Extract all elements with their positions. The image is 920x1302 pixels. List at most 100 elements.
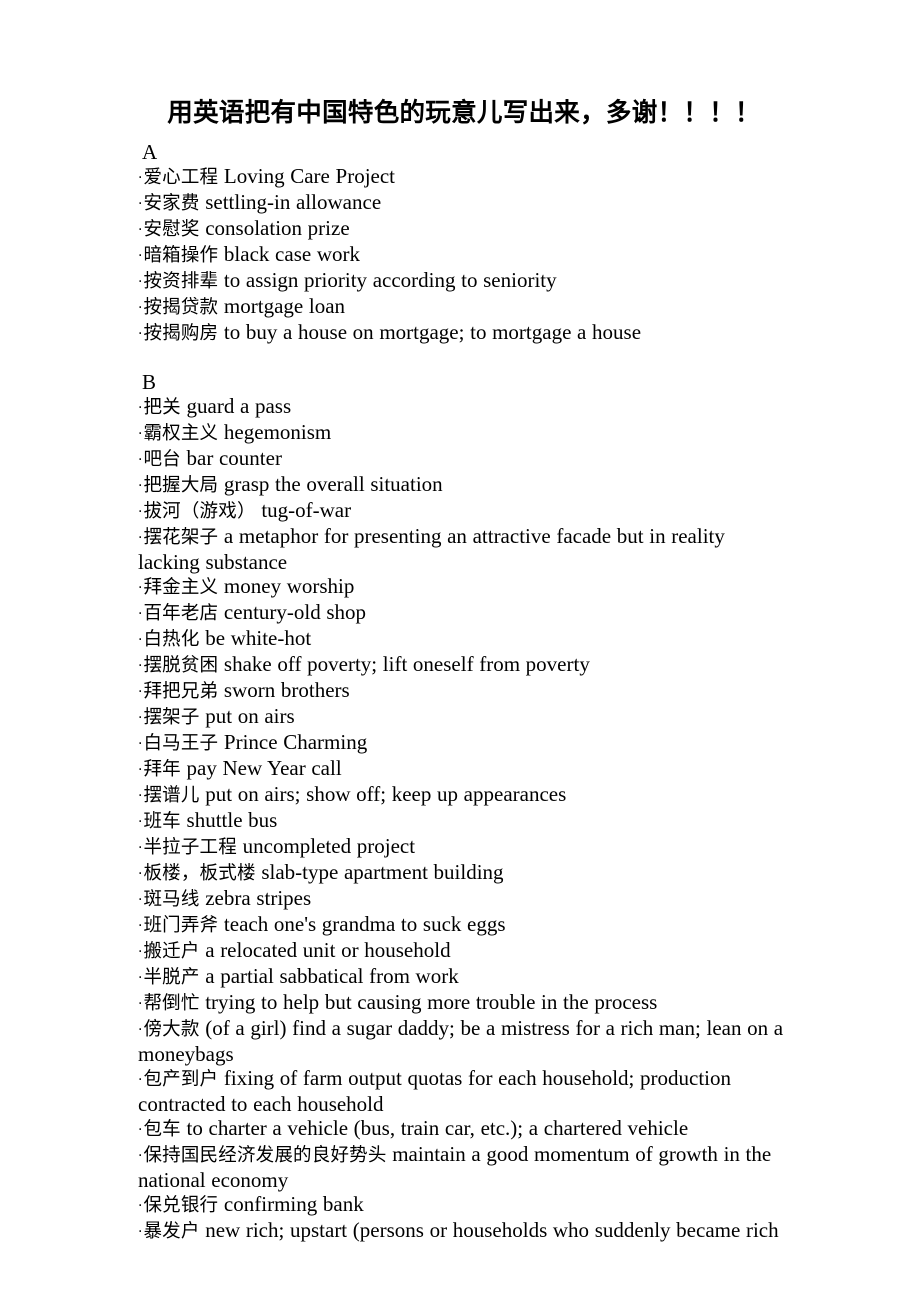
- glossary-entry: ·按揭购房 to buy a house on mortgage; to mor…: [138, 320, 790, 346]
- entry-gloss-english: grasp the overall situation: [223, 472, 443, 496]
- document-page: 用英语把有中国特色的玩意儿写出来，多谢！！！！ A ·爱心工程 Loving Ca…: [0, 0, 920, 1302]
- entry-gloss-english: hegemonism: [223, 420, 332, 444]
- entry-term-chinese: 摆谱儿: [143, 785, 200, 806]
- glossary-entry: ·按揭贷款 mortgage loan: [138, 294, 790, 320]
- entry-term-chinese: 把关: [143, 397, 181, 418]
- entry-term-chinese: 斑马线: [143, 889, 200, 910]
- page-title: 用英语把有中国特色的玩意儿写出来，多谢！！！！: [167, 98, 761, 128]
- entry-gloss-english: to charter a vehicle (bus, train car, et…: [186, 1116, 689, 1140]
- glossary-entry: ·斑马线 zebra stripes: [138, 886, 790, 912]
- glossary-entry: ·拜年 pay New Year call: [138, 756, 790, 782]
- entry-term-chinese: 傍大款: [143, 1019, 200, 1040]
- entry-gloss-english: trying to help but causing more trouble …: [205, 990, 658, 1014]
- entry-term-chinese: 摆架子: [143, 707, 200, 728]
- entry-gloss-english: new rich; upstart (persons or households…: [205, 1218, 779, 1242]
- glossary-entry: ·保持国民经济发展的良好势头 maintain a good momentum …: [138, 1142, 790, 1192]
- entry-gloss-english: to assign priority according to seniorit…: [223, 268, 557, 292]
- entry-term-chinese: 吧台: [143, 449, 181, 470]
- entry-gloss-english: century-old shop: [223, 600, 367, 624]
- entry-gloss-english: a relocated unit or household: [205, 938, 451, 962]
- glossary-entry: ·霸权主义 hegemonism: [138, 420, 790, 446]
- entry-gloss-english: shuttle bus: [186, 808, 278, 832]
- glossary-entry: ·帮倒忙 trying to help but causing more tro…: [138, 990, 790, 1016]
- entry-term-chinese: 百年老店: [143, 603, 219, 624]
- glossary-entry: ·暴发户 new rich; upstart (persons or house…: [138, 1218, 790, 1244]
- glossary-entry: ·按资排辈 to assign priority according to se…: [138, 268, 790, 294]
- entry-term-chinese: 霸权主义: [143, 423, 219, 444]
- glossary-entry: ·爱心工程 Loving Care Project: [138, 164, 790, 190]
- entry-gloss-english: Prince Charming: [223, 730, 368, 754]
- entry-term-chinese: 半脱产: [143, 967, 200, 988]
- glossary-entry: ·板楼，板式楼 slab-type apartment building: [138, 860, 790, 886]
- glossary-entry: ·摆脱贫困 shake off poverty; lift oneself fr…: [138, 652, 790, 678]
- entry-term-chinese: 半拉子工程: [143, 837, 237, 858]
- entry-term-chinese: 暴发户: [143, 1221, 200, 1242]
- entry-gloss-english: guard a pass: [186, 394, 292, 418]
- entry-gloss-english: a partial sabbatical from work: [205, 964, 459, 988]
- entry-gloss-english: fixing of farm output quotas for each ho…: [138, 1066, 732, 1116]
- entry-term-chinese: 包产到户: [143, 1069, 219, 1090]
- entry-term-chinese: 安家费: [143, 193, 200, 214]
- glossary-entry: ·百年老店 century-old shop: [138, 600, 790, 626]
- glossary-entry: ·傍大款 (of a girl) find a sugar daddy; be …: [138, 1016, 790, 1066]
- entry-term-chinese: 拜年: [143, 759, 181, 780]
- entry-gloss-english: black case work: [223, 242, 360, 266]
- glossary-entry: ·包车 to charter a vehicle (bus, train car…: [138, 1116, 790, 1142]
- entry-term-chinese: 白马王子: [143, 733, 219, 754]
- entry-term-chinese: 保持国民经济发展的良好势头: [143, 1145, 387, 1166]
- glossary-entry: ·摆花架子 a metaphor for presenting an attra…: [138, 524, 790, 574]
- entry-term-chinese: 拔河（游戏）: [143, 501, 256, 522]
- glossary-entry: ·班车 shuttle bus: [138, 808, 790, 834]
- glossary-entry: ·半拉子工程 uncompleted project: [138, 834, 790, 860]
- glossary-entry: ·安慰奖 consolation prize: [138, 216, 790, 242]
- entry-gloss-english: teach one's grandma to suck eggs: [223, 912, 506, 936]
- entry-gloss-english: settling-in allowance: [205, 190, 382, 214]
- entry-gloss-english: uncompleted project: [242, 834, 416, 858]
- glossary-entry-list: ·爱心工程 Loving Care Project ·安家费 settling-i…: [138, 164, 790, 346]
- entry-term-chinese: 爱心工程: [143, 167, 219, 188]
- entry-gloss-english: zebra stripes: [205, 886, 312, 910]
- glossary-section-b: B ·把关 guard a pass ·霸权主义 hegemonism ·吧台 bar…: [138, 370, 790, 1244]
- entry-term-chinese: 把握大局: [143, 475, 219, 496]
- entry-term-chinese: 摆花架子: [143, 527, 219, 548]
- glossary-entry: ·把关 guard a pass: [138, 394, 790, 420]
- entry-gloss-english: (of a girl) find a sugar daddy; be a mis…: [138, 1016, 784, 1066]
- glossary-entry: ·拜金主义 money worship: [138, 574, 790, 600]
- entry-term-chinese: 保兑银行: [143, 1195, 219, 1216]
- glossary-entry: ·拔河（游戏） tug-of-war: [138, 498, 790, 524]
- glossary-entry: ·拜把兄弟 sworn brothers: [138, 678, 790, 704]
- entry-gloss-english: mortgage loan: [223, 294, 346, 318]
- entry-term-chinese: 班门弄斧: [143, 915, 219, 936]
- entry-gloss-english: put on airs; show off; keep up appearanc…: [205, 782, 567, 806]
- glossary-entry: ·安家费 settling-in allowance: [138, 190, 790, 216]
- entry-gloss-english: slab-type apartment building: [261, 860, 504, 884]
- entry-gloss-english: a metaphor for presenting an attractive …: [138, 524, 725, 574]
- entry-term-chinese: 板楼，板式楼: [143, 863, 256, 884]
- entry-term-chinese: 摆脱贫困: [143, 655, 219, 676]
- entry-term-chinese: 帮倒忙: [143, 993, 200, 1014]
- glossary-entry: ·摆谱儿 put on airs; show off; keep up appe…: [138, 782, 790, 808]
- entry-gloss-english: put on airs: [205, 704, 295, 728]
- glossary-sections: A ·爱心工程 Loving Care Project ·安家费 settling-…: [138, 140, 790, 1244]
- glossary-entry: ·摆架子 put on airs: [138, 704, 790, 730]
- entry-term-chinese: 安慰奖: [143, 219, 200, 240]
- entry-gloss-english: confirming bank: [223, 1192, 364, 1216]
- entry-gloss-english: bar counter: [186, 446, 282, 470]
- glossary-entry: ·搬迁户 a relocated unit or household: [138, 938, 790, 964]
- entry-term-chinese: 班车: [143, 811, 181, 832]
- entry-term-chinese: 按资排辈: [143, 271, 219, 292]
- section-letter-heading: B: [142, 370, 157, 394]
- entry-gloss-english: Loving Care Project: [223, 164, 396, 188]
- entry-term-chinese: 拜把兄弟: [143, 681, 219, 702]
- entry-term-chinese: 按揭贷款: [143, 297, 219, 318]
- glossary-section-a: A ·爱心工程 Loving Care Project ·安家费 settling-…: [138, 140, 790, 346]
- entry-term-chinese: 白热化: [143, 629, 200, 650]
- entry-gloss-english: pay New Year call: [186, 756, 342, 780]
- entry-gloss-english: money worship: [223, 574, 355, 598]
- entry-term-chinese: 包车: [143, 1119, 181, 1140]
- glossary-entry: ·半脱产 a partial sabbatical from work: [138, 964, 790, 990]
- entry-gloss-english: be white-hot: [205, 626, 312, 650]
- entry-gloss-english: sworn brothers: [223, 678, 350, 702]
- glossary-entry: ·白马王子 Prince Charming: [138, 730, 790, 756]
